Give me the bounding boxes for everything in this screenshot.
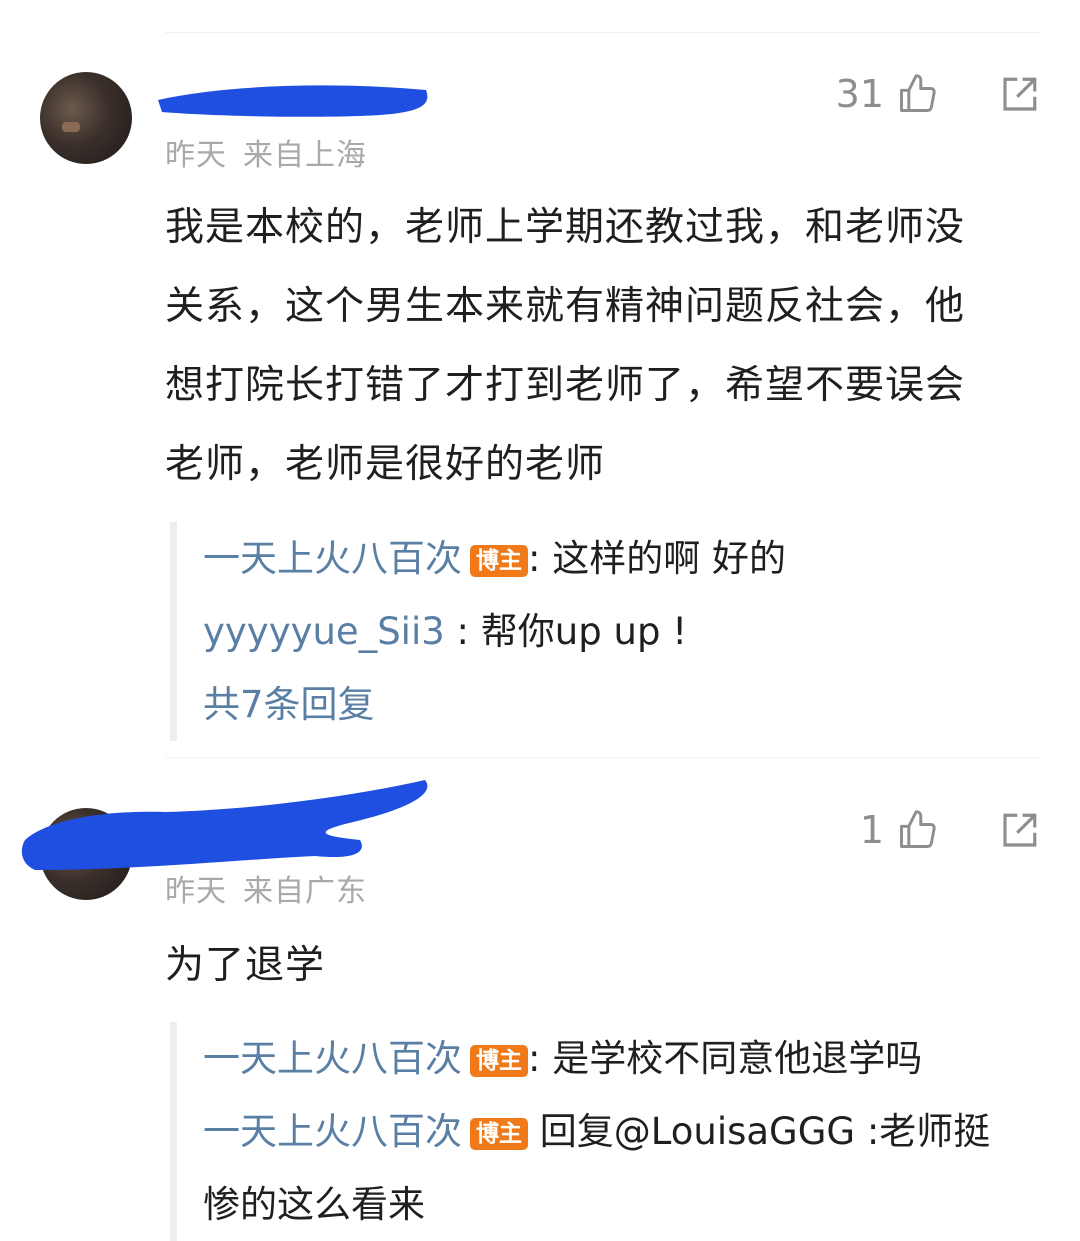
author-badge: 博主 (470, 1118, 528, 1150)
reply-item: yyyyyue_Sii3 : 帮你up up ! (203, 595, 1050, 668)
comment-body: 我是本校的，老师上学期还教过我，和老师没 关系，这个男生本来就有精神问题反社会，… (165, 188, 1035, 504)
reply-author[interactable]: 一天上火八百次 (203, 1110, 462, 1153)
reply-continuation: 惨的这么看来 (203, 1183, 425, 1226)
comment-1: 昨天 来自上海 31 我是本校的，老师上学期还教过我，和老师没 关系，这个男生本来… (0, 0, 1080, 760)
comment-2: 昨天 来自广东 1 为了退学 一天上火八百次 博主: 是学校不同意他退学吗 一天上火… (0, 760, 1080, 1241)
author-badge: 博主 (470, 1045, 528, 1077)
reply-text: 回复@LouisaGGG :老师挺 (539, 1110, 991, 1153)
comment-location: 来自上海 (243, 138, 367, 173)
like-button[interactable]: 1 (860, 808, 940, 852)
thumbs-up-icon (900, 810, 936, 848)
redaction-scribble (158, 85, 428, 117)
reply-thread: 一天上火八百次 博主: 是学校不同意他退学吗 一天上火八百次 博主 回复@Louis… (170, 1022, 1050, 1241)
comment-line: 想打院长打错了才打到老师了，希望不要误会 (165, 363, 966, 408)
comment-line: 为了退学 (165, 943, 326, 988)
reply-item: 一天上火八百次 博主: 是学校不同意他退学吗 (203, 1022, 1050, 1095)
comment-location: 来自广东 (243, 874, 367, 909)
divider (165, 757, 1040, 758)
reply-separator: : (528, 537, 553, 580)
comment-meta: 昨天 来自上海 (165, 130, 367, 174)
like-count: 1 (859, 808, 884, 852)
reply-item: 一天上火八百次 博主: 这样的啊 好的 (203, 522, 1050, 595)
share-icon[interactable] (998, 74, 1040, 116)
reply-author[interactable]: 一天上火八百次 (203, 1037, 462, 1080)
reply-item: 一天上火八百次 博主 回复@LouisaGGG :老师挺 (203, 1095, 1050, 1168)
reply-text: 这样的啊 好的 (552, 537, 786, 580)
comment-line: 我是本校的，老师上学期还教过我，和老师没 (165, 205, 966, 250)
comment-meta: 昨天 来自广东 (165, 866, 367, 910)
comment-line: 老师，老师是很好的老师 (165, 442, 606, 487)
comment-time: 昨天 (165, 874, 227, 909)
reply-text: 是学校不同意他退学吗 (552, 1037, 923, 1080)
reply-author[interactable]: 一天上火八百次 (203, 537, 462, 580)
reply-author[interactable]: yyyyyue_Sii3 (203, 610, 445, 653)
comment-line: 关系，这个男生本来就有精神问题反社会，他 (165, 284, 966, 329)
reply-separator (528, 1110, 540, 1153)
reply-text: 帮你up up ! (480, 610, 688, 653)
share-icon[interactable] (998, 810, 1040, 852)
thumbs-up-icon (900, 74, 936, 112)
view-more-replies[interactable]: 共7条回复 (203, 668, 1050, 741)
comment-time: 昨天 (165, 138, 227, 173)
reply-separator: : (528, 1037, 553, 1080)
comment-body: 为了退学 (165, 926, 1035, 1005)
reply-thread: 一天上火八百次 博主: 这样的啊 好的 yyyyyue_Sii3 : 帮你up u… (170, 522, 1050, 741)
avatar[interactable] (40, 72, 132, 164)
author-badge: 博主 (470, 545, 528, 577)
like-count: 31 (835, 72, 884, 116)
like-button[interactable]: 31 (836, 72, 940, 116)
divider (165, 32, 1040, 33)
reply-separator: : (444, 610, 481, 653)
